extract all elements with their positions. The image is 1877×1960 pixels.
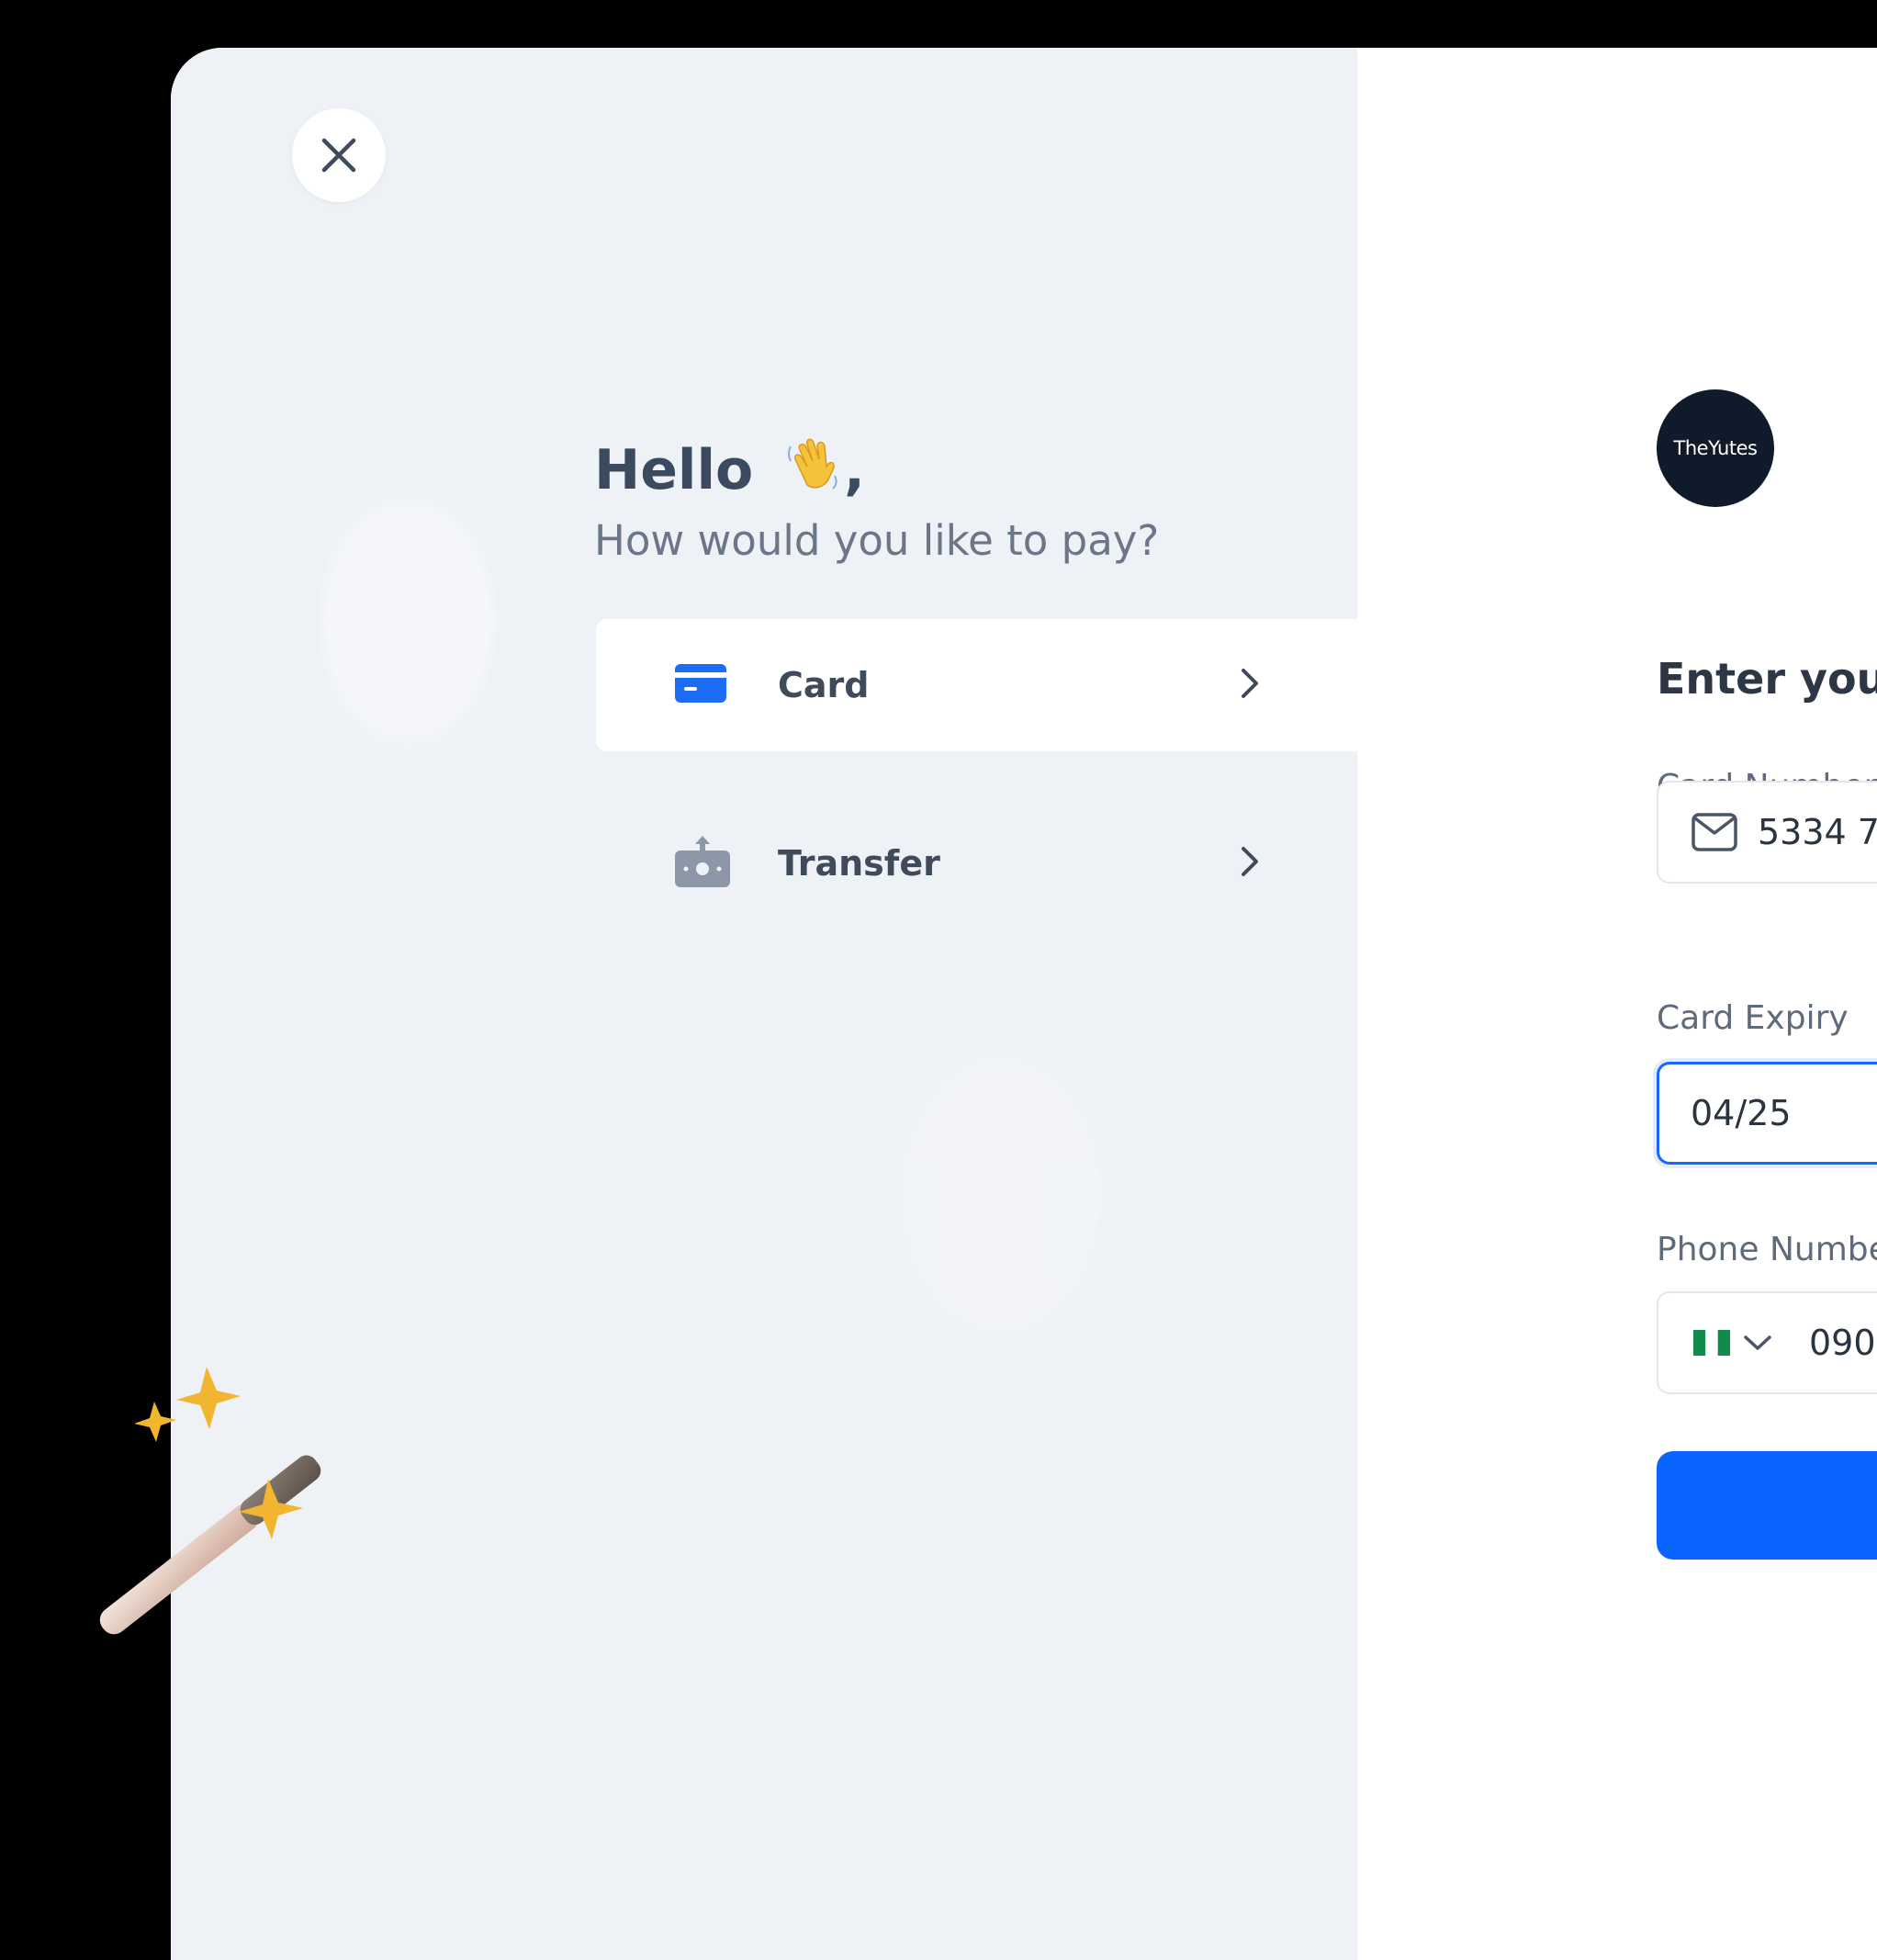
- method-card[interactable]: Card: [596, 619, 1357, 751]
- card-expiry-field[interactable]: 04/25: [1657, 1062, 1877, 1165]
- chevron-right-icon: [1239, 667, 1261, 704]
- submit-button[interactable]: [1657, 1451, 1877, 1560]
- phone-number-label: Phone Number: [1657, 1231, 1877, 1268]
- bank-transfer-icon: [675, 836, 730, 891]
- phone-number-field[interactable]: 090: [1657, 1291, 1877, 1394]
- phone-number-value: 090: [1809, 1323, 1876, 1363]
- payment-modal: Hello , How would you like to pay? Card: [171, 48, 1877, 1960]
- merchant-logo: TheYutes: [1657, 389, 1774, 507]
- card-expiry-label: Card Expiry: [1657, 999, 1849, 1037]
- nigeria-flag-icon: [1693, 1330, 1730, 1356]
- envelope-icon: [1692, 813, 1737, 851]
- card-number-field[interactable]: 5334 77: [1657, 781, 1877, 884]
- method-card-label: Card: [778, 665, 870, 705]
- payment-question: How would you like to pay?: [594, 516, 1160, 565]
- card-number-value: 5334 77: [1758, 812, 1877, 852]
- magic-wand-icon: [37, 1350, 404, 1684]
- chevron-right-icon: [1239, 845, 1261, 882]
- card-icon: [675, 664, 726, 706]
- chevron-down-icon: [1743, 1334, 1772, 1352]
- card-expiry-value: 04/25: [1691, 1093, 1792, 1133]
- form-title: Enter your: [1657, 654, 1877, 704]
- close-icon: [321, 138, 356, 173]
- close-button[interactable]: [292, 108, 386, 202]
- method-transfer-label: Transfer: [778, 843, 940, 884]
- country-selector[interactable]: [1693, 1330, 1772, 1356]
- greeting-heading: Hello ,: [594, 434, 865, 503]
- method-transfer[interactable]: Transfer: [596, 797, 1357, 929]
- waving-hand-icon: [783, 434, 844, 503]
- card-details-panel: TheYutes Enter your Card Number 5334 77 …: [1357, 48, 1877, 1960]
